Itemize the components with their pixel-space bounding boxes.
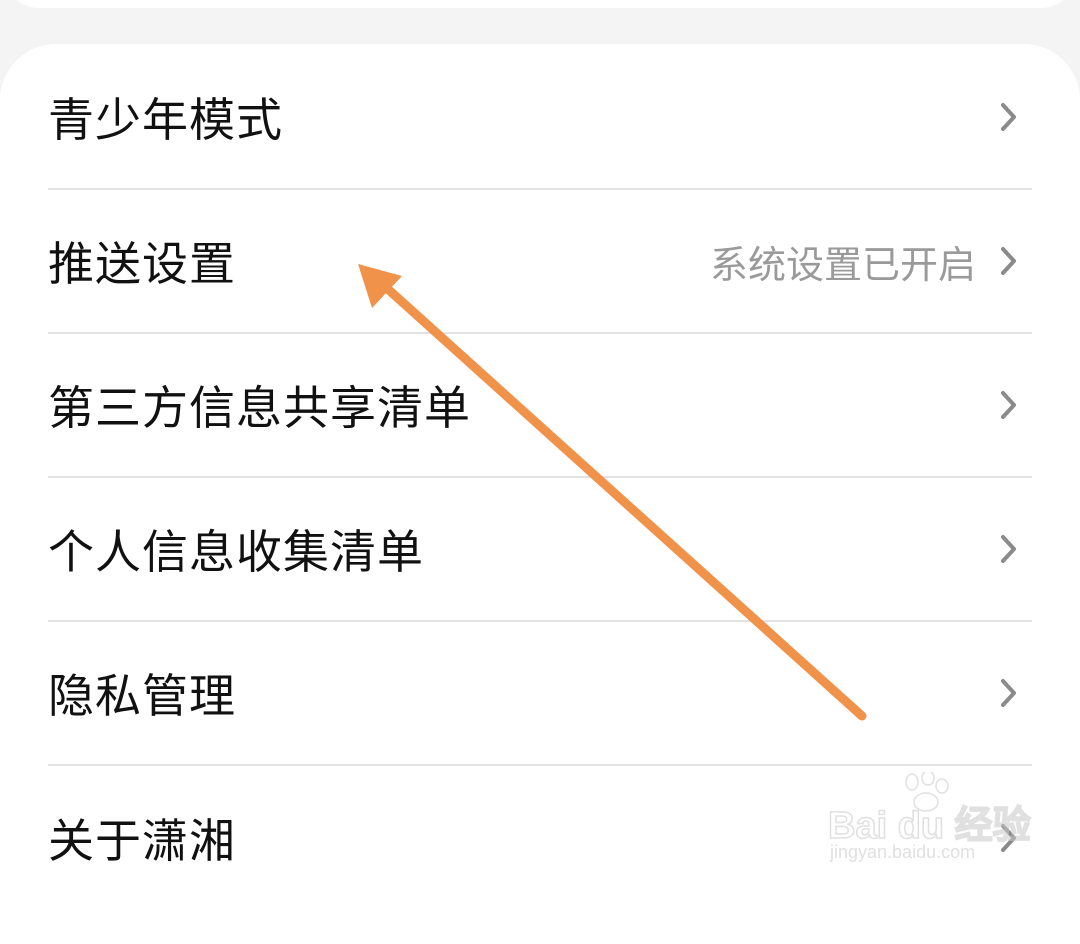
setting-label: 青少年模式 — [48, 93, 283, 147]
chevron-right-icon — [1001, 103, 1016, 131]
previous-card — [0, 0, 1080, 8]
setting-row-push-settings[interactable]: 推送设置 系统设置已开启 — [48, 190, 1032, 334]
chevron-right-icon — [1001, 247, 1016, 275]
setting-label: 第三方信息共享清单 — [48, 381, 471, 435]
watermark-url: jingyan.baidu.com — [830, 842, 976, 862]
chevron-right-icon — [1001, 535, 1016, 563]
setting-label: 个人信息收集清单 — [48, 525, 424, 579]
setting-row-personal-info-collection[interactable]: 个人信息收集清单 — [48, 478, 1032, 622]
push-status-value: 系统设置已开启 — [709, 242, 976, 287]
setting-row-youth-mode[interactable]: 青少年模式 — [48, 46, 1032, 190]
setting-row-privacy-management[interactable]: 隐私管理 — [48, 622, 1032, 766]
watermark: Bai du 经验 jingyan.baidu.com — [827, 772, 1031, 872]
setting-row-third-party-sharing[interactable]: 第三方信息共享清单 — [48, 334, 1032, 478]
chevron-right-icon — [1001, 391, 1016, 419]
setting-label: 推送设置 — [48, 237, 236, 291]
setting-label: 隐私管理 — [48, 669, 236, 723]
watermark-logo-text: Bai du 经验 — [827, 804, 1031, 848]
chevron-right-icon — [1001, 679, 1016, 707]
